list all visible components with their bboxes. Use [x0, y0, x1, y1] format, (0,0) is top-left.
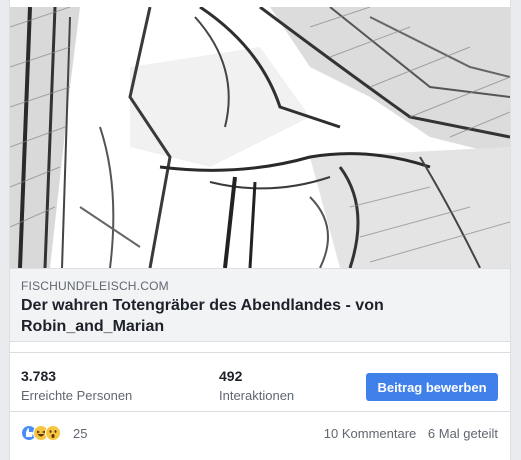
post-card: FISCHUNDFLEISCH.COM Der wahren Totengräb…: [9, 0, 511, 460]
reactions-row: 25 10 Kommentare 6 Mal geteilt: [10, 412, 510, 452]
reaction-meta: 10 Kommentare 6 Mal geteilt: [324, 426, 498, 441]
post-image[interactable]: [10, 7, 510, 268]
insights-row: 3.783 Erreichte Personen 492 Interaktion…: [10, 352, 510, 412]
engagement-stat: 492 Interaktionen: [219, 368, 294, 403]
link-headline[interactable]: Der wahren Totengräber des Abendlandes -…: [21, 295, 491, 337]
engagement-value: 492: [219, 368, 243, 384]
wow-icon: [45, 425, 61, 441]
engagement-label: Interaktionen: [219, 388, 295, 403]
reaction-icons[interactable]: [21, 425, 73, 441]
reaction-count[interactable]: 25: [73, 426, 87, 441]
reach-value: 3.783: [21, 368, 57, 384]
sketch-illustration: [10, 7, 510, 268]
promote-post-button[interactable]: Beitrag bewerben: [366, 373, 498, 401]
reach-label: Erreichte Personen: [21, 388, 133, 403]
link-preview[interactable]: FISCHUNDFLEISCH.COM Der wahren Totengräb…: [10, 268, 510, 342]
shares-count-link[interactable]: 6 Mal geteilt: [428, 426, 498, 441]
comments-count-link[interactable]: 10 Kommentare: [324, 426, 417, 441]
link-domain: FISCHUNDFLEISCH.COM: [21, 279, 169, 293]
reach-stat: 3.783 Erreichte Personen: [21, 368, 132, 403]
